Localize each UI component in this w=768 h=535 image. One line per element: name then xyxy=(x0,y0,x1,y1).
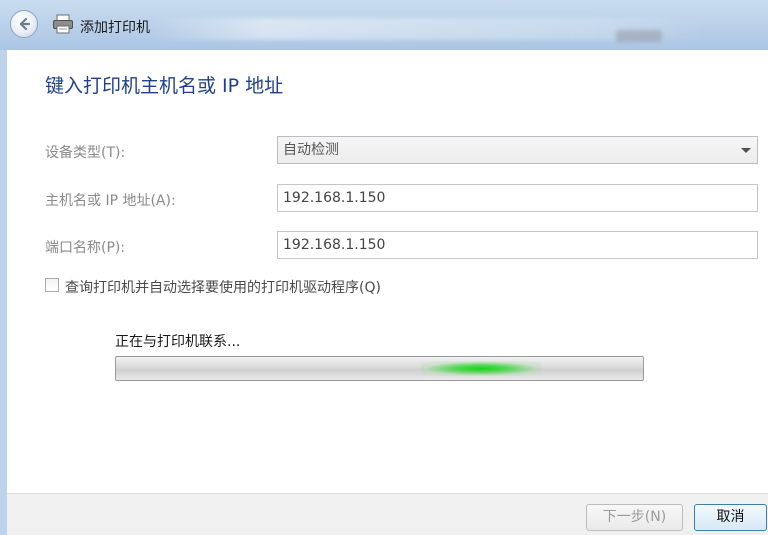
device-type-label: 设备类型(T): xyxy=(45,145,126,161)
back-button[interactable] xyxy=(10,10,38,38)
status-text: 正在与打印机联系... xyxy=(115,334,241,350)
title-bar: 添加打印机 xyxy=(0,0,768,50)
hostname-label: 主机名或 IP 地址(A): xyxy=(45,193,176,209)
progress-bar xyxy=(115,356,644,381)
port-name-input[interactable]: 192.168.1.150 xyxy=(277,231,758,259)
query-printer-checkbox[interactable] xyxy=(45,278,59,292)
progress-marquee xyxy=(421,361,541,376)
printer-icon xyxy=(53,14,73,34)
chevron-down-icon xyxy=(741,148,751,153)
page-heading: 键入打印机主机名或 IP 地址 xyxy=(45,75,284,97)
blurred-title-badge xyxy=(616,30,662,42)
window-title: 添加打印机 xyxy=(80,20,150,36)
port-name-label: 端口名称(P): xyxy=(45,240,126,256)
query-printer-label[interactable]: 查询打印机并自动选择要使用的打印机驱动程序(Q) xyxy=(65,277,381,297)
next-button[interactable]: 下一步(N) xyxy=(586,504,683,531)
device-type-select[interactable]: 自动检测 xyxy=(277,136,758,164)
hostname-input[interactable]: 192.168.1.150 xyxy=(277,184,758,212)
back-arrow-icon xyxy=(19,17,31,31)
wizard-footer: 下一步(N) 取消 xyxy=(7,493,768,535)
wizard-content: 键入打印机主机名或 IP 地址 设备类型(T): 自动检测 主机名或 IP 地址… xyxy=(7,50,768,493)
cancel-button[interactable]: 取消 xyxy=(694,504,767,531)
device-type-value: 自动检测 xyxy=(283,142,339,158)
